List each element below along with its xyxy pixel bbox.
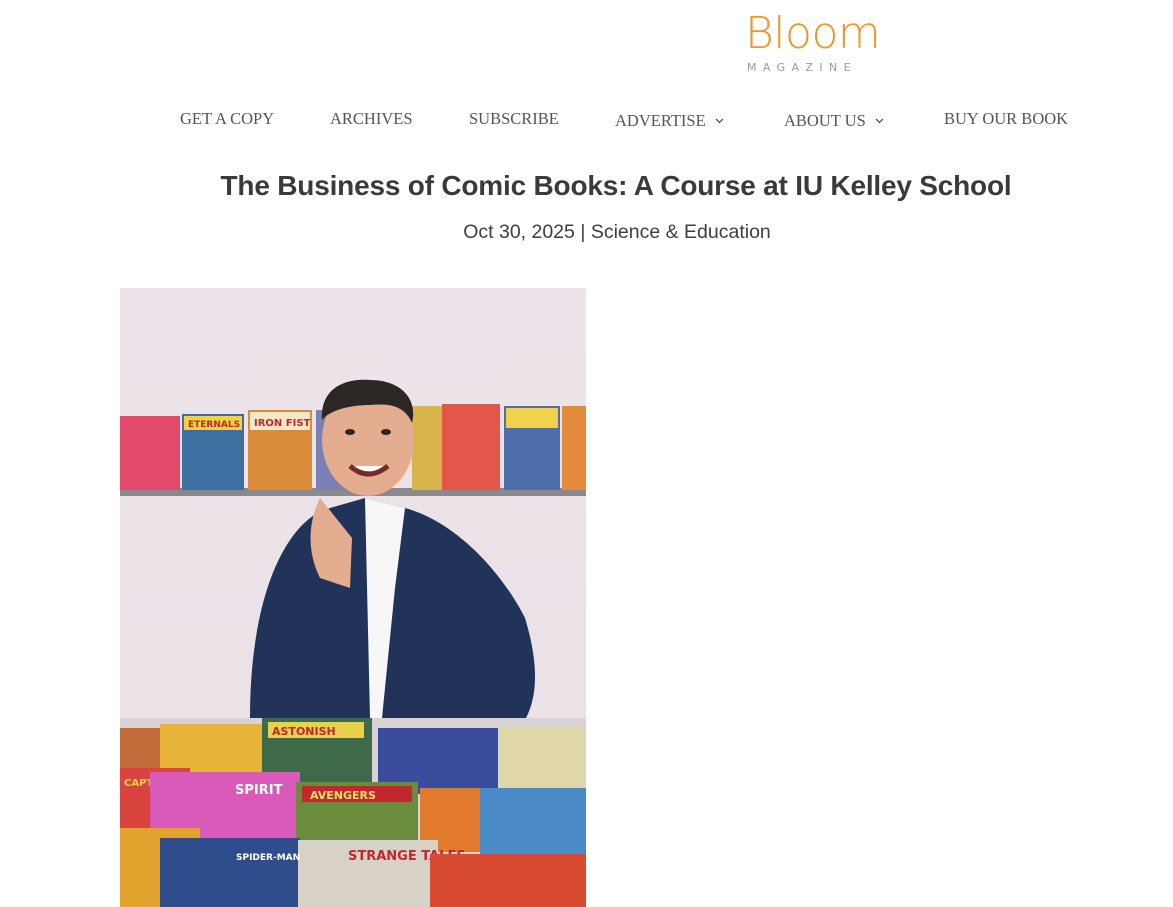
comic-cover-title: SPIRIT [235, 783, 283, 798]
nav-archives[interactable]: ARCHIVES [330, 106, 413, 132]
logo-tagline: MAGAZINE [747, 61, 858, 74]
meta-separator: | [580, 221, 586, 243]
nav-label: SUBSCRIBE [469, 109, 559, 128]
photo-illustration: ETERNALS IRON FIST ASTONISH CAPTAIN SPIR… [120, 288, 586, 907]
nav-label: GET A COPY [180, 109, 275, 128]
nav-label: ARCHIVES [330, 109, 413, 128]
article-date: Oct 30, 2025 [463, 221, 575, 243]
article-category-link[interactable]: Science & Education [591, 221, 771, 243]
nav-get-a-copy[interactable]: GET A COPY [180, 106, 274, 132]
comic-cover-title: ETERNALS [188, 420, 240, 430]
comic-cover-title: SPIDER-MAN [236, 853, 300, 863]
logo-wordmark: Bloom [745, 8, 881, 59]
nav-label: BUY OUR BOOK [944, 109, 1069, 128]
nav-label: ADVERTISE [615, 111, 706, 130]
nav-subscribe[interactable]: SUBSCRIBE [469, 106, 559, 132]
comic-cover-title: IRON FIST [254, 418, 311, 429]
nav-label: ABOUT US [784, 111, 866, 130]
chevron-down-icon [875, 106, 884, 132]
article-title: The Business of Comic Books: A Course at… [220, 170, 1012, 201]
chevron-down-icon [715, 106, 724, 132]
article-meta: Oct 30, 2025 | Science & Education [0, 221, 1173, 244]
main-navigation: GET A COPY ARCHIVES SUBSCRIBE ADVERTISE … [0, 106, 1173, 134]
nav-advertise[interactable]: ADVERTISE [615, 106, 724, 134]
comic-cover-title: ASTONISH [272, 725, 336, 738]
nav-buy-our-book[interactable]: BUY OUR BOOK [944, 106, 1068, 132]
bloom-logo[interactable]: Bloom MAGAZINE [745, 8, 895, 78]
comic-cover-title: AVENGERS [310, 789, 376, 802]
nav-about-us[interactable]: ABOUT US [784, 106, 884, 134]
article-featured-image: ETERNALS IRON FIST ASTONISH CAPTAIN SPIR… [120, 288, 586, 907]
